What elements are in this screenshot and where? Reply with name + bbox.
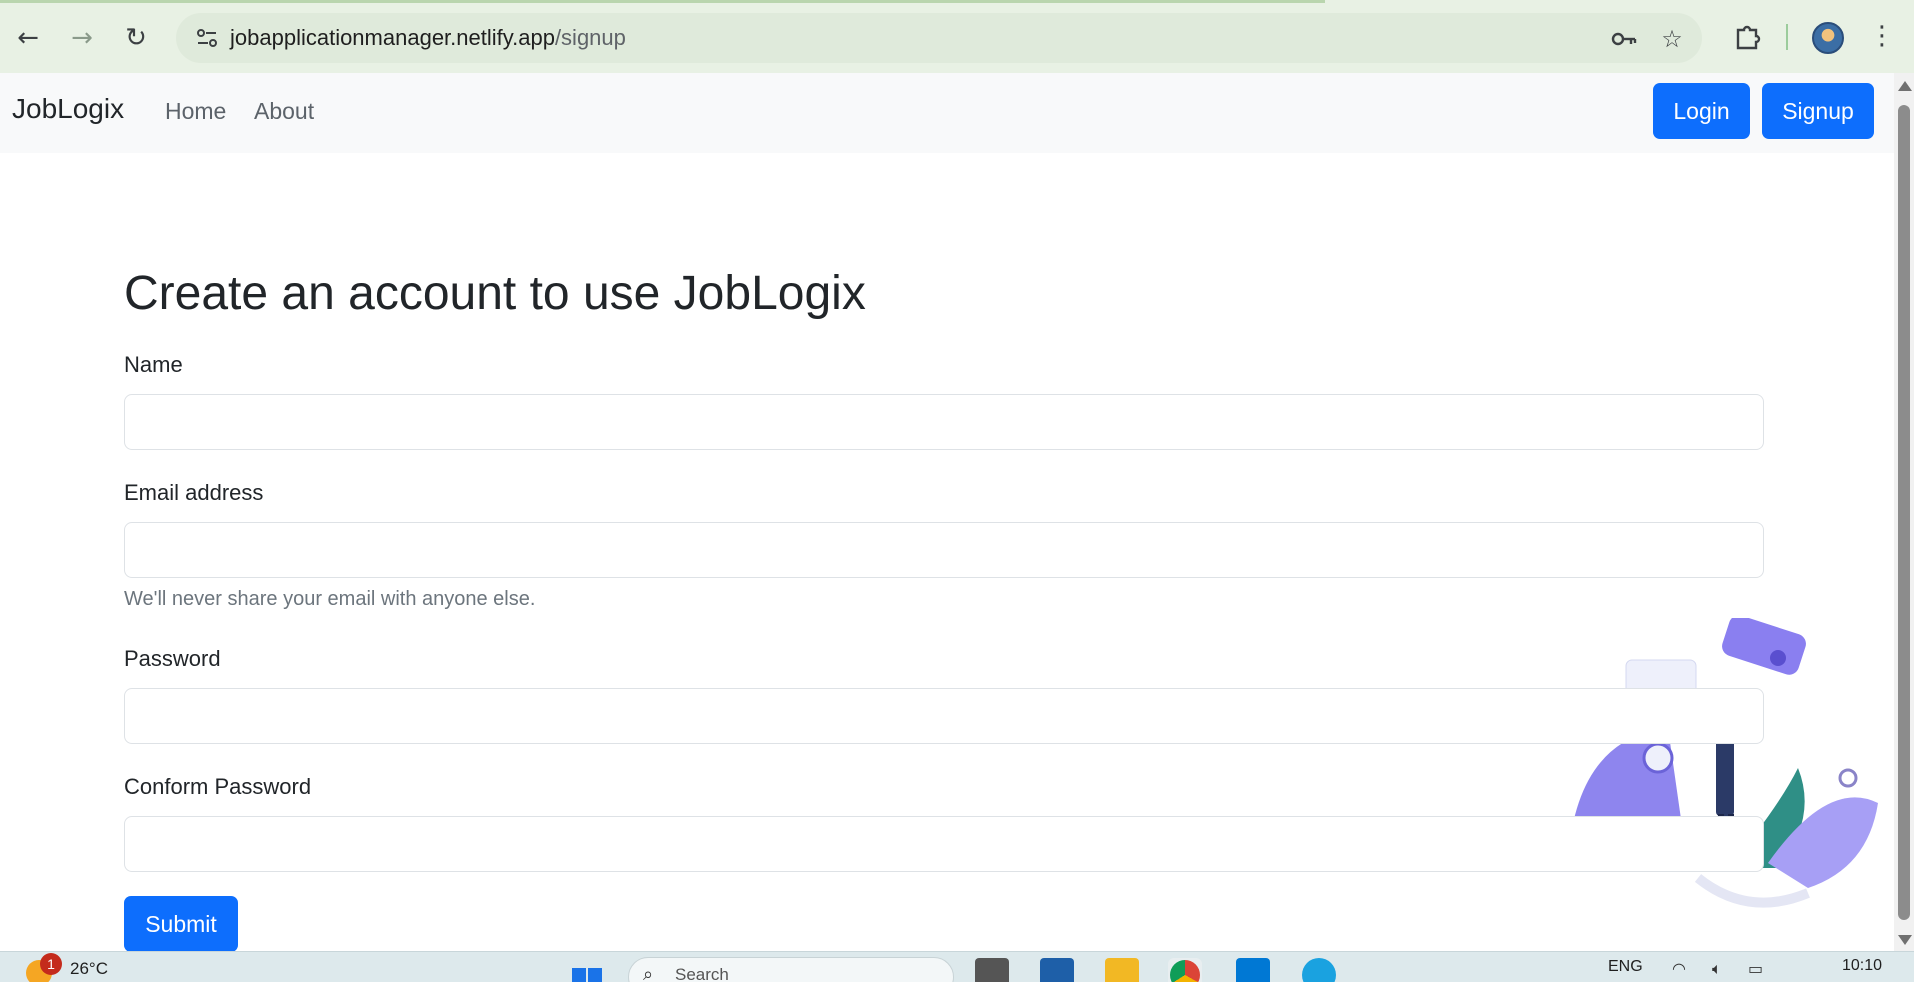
clock-time[interactable]: 10:10: [1842, 957, 1882, 975]
site-info-icon[interactable]: [194, 25, 220, 51]
scroll-up-icon[interactable]: [1898, 81, 1912, 91]
search-icon: ⌕: [643, 964, 654, 982]
language-indicator[interactable]: ENG: [1608, 958, 1643, 976]
site-navbar: JobLogix Home About Login Signup: [0, 73, 1894, 153]
name-label: Name: [124, 352, 183, 377]
chrome-icon: [1170, 960, 1200, 982]
url-text[interactable]: jobapplicationmanager.netlify.app/signup: [230, 25, 626, 51]
vscode-icon[interactable]: [1236, 958, 1270, 982]
password-label: Password: [124, 646, 221, 671]
nav-link-home[interactable]: Home: [165, 98, 226, 125]
confirm-password-input[interactable]: [124, 816, 1764, 872]
address-bar[interactable]: jobapplicationmanager.netlify.app/signup…: [176, 13, 1702, 63]
chrome-taskbar-slot[interactable]: [1168, 958, 1202, 982]
store-icon[interactable]: [1040, 958, 1074, 982]
key-icon[interactable]: [1610, 25, 1638, 53]
back-icon[interactable]: ←: [8, 18, 48, 58]
name-input[interactable]: [124, 394, 1764, 450]
taskbar-search[interactable]: ⌕ Search: [628, 957, 954, 982]
toolbar-divider: [1786, 24, 1788, 50]
confirm-password-label: Conform Password: [124, 774, 312, 799]
loading-bar: [0, 0, 1325, 3]
login-button[interactable]: Login: [1653, 83, 1750, 139]
wifi-icon[interactable]: ◠: [1672, 959, 1686, 978]
battery-icon[interactable]: ▭: [1748, 959, 1763, 978]
browser-toolbar: ← → ↻ jobapplicationmanager.netlify.app/…: [0, 0, 1914, 73]
reload-icon[interactable]: ↻: [116, 18, 156, 58]
password-input[interactable]: [124, 688, 1764, 744]
file-explorer-icon[interactable]: [1105, 958, 1139, 982]
weather-badge: 1: [40, 953, 62, 975]
brand-logo[interactable]: JobLogix: [12, 93, 124, 125]
puzzle-icon[interactable]: [1730, 18, 1766, 54]
nav-link-about[interactable]: About: [254, 98, 314, 125]
email-label: Email address: [124, 480, 264, 505]
more-vert-icon[interactable]: ⋮: [1864, 18, 1900, 54]
email-help-text: We'll never share your email with anyone…: [124, 588, 536, 610]
page-title: Create an account to use JobLogix: [124, 267, 866, 320]
scroll-down-icon[interactable]: [1898, 935, 1912, 945]
edge-icon[interactable]: [1302, 958, 1336, 982]
url-path: /signup: [554, 25, 626, 50]
taskview-icon[interactable]: [975, 958, 1009, 982]
weather-temperature[interactable]: 26°C: [70, 959, 108, 979]
os-taskbar: 1 26°C ⌕ Search ENG ◠ 🔈︎ ▭ 10:10: [0, 951, 1914, 982]
search-placeholder: Search: [675, 965, 729, 982]
star-icon[interactable]: ☆: [1658, 25, 1686, 53]
windows-start-icon[interactable]: [570, 958, 604, 982]
email-input[interactable]: [124, 522, 1764, 578]
profile-avatar[interactable]: [1812, 22, 1844, 54]
submit-button[interactable]: Submit: [124, 896, 238, 952]
signup-button[interactable]: Signup: [1762, 83, 1874, 139]
forward-icon[interactable]: →: [62, 18, 102, 58]
volume-icon[interactable]: 🔈︎: [1712, 959, 1722, 979]
scroll-thumb[interactable]: [1898, 105, 1910, 920]
url-host: jobapplicationmanager.netlify.app: [230, 25, 555, 50]
page-scrollbar[interactable]: [1894, 73, 1914, 951]
